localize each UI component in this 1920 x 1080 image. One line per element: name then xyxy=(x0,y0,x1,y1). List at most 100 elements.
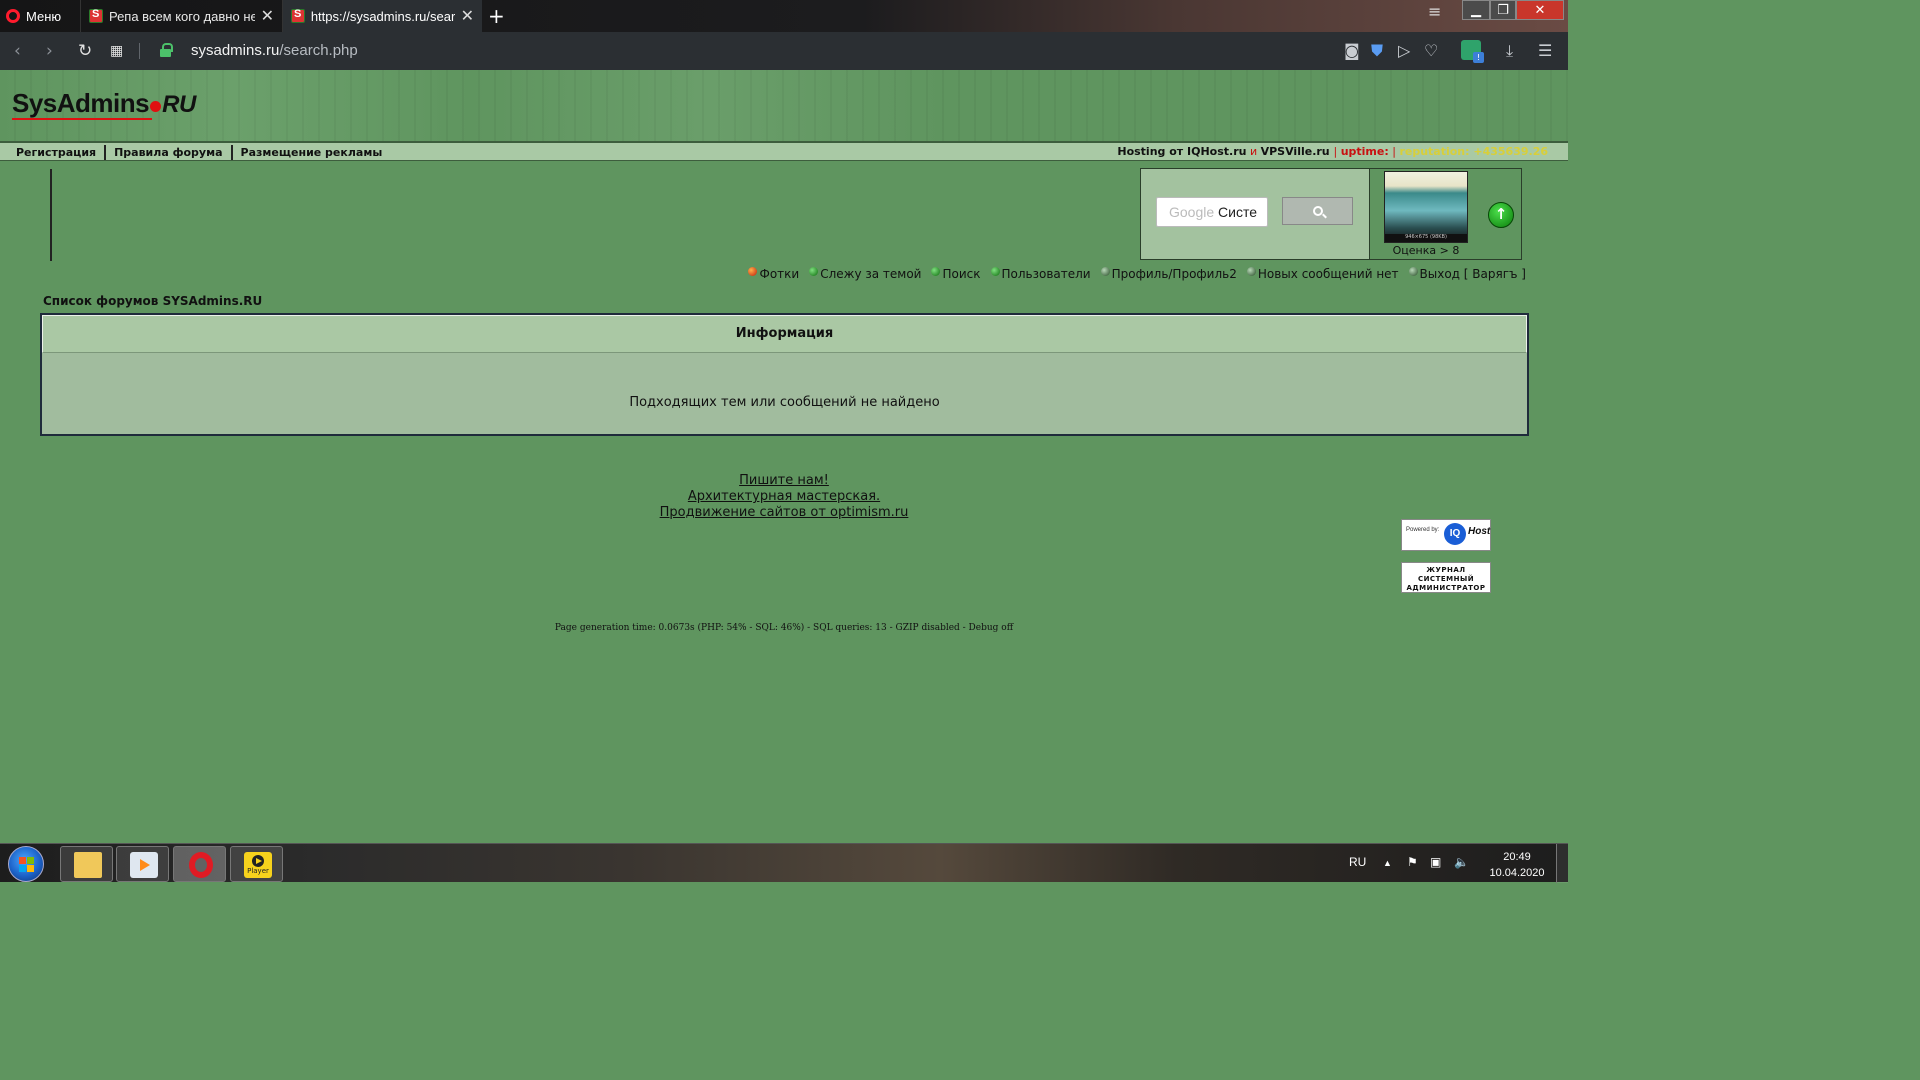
tab-forum-thread[interactable]: Репа всем кого давно не спал ✕ xyxy=(80,0,282,32)
host-text: Host xyxy=(1468,526,1491,537)
close-tab-icon[interactable]: ✕ xyxy=(461,6,474,26)
menu-label: Фотки xyxy=(759,267,800,281)
page-generation-info: Page generation time: 0.0673s (PHP: 54% … xyxy=(554,623,1014,633)
green-bullet-icon xyxy=(931,266,941,276)
nav-links: Регистрация Правила форума Размещение ре… xyxy=(8,145,390,160)
heart-icon[interactable]: ♡ xyxy=(1424,41,1438,60)
maximize-button[interactable]: ❐ xyxy=(1490,0,1516,20)
network-icon[interactable]: ▣ xyxy=(1430,855,1441,869)
logo-main: SysAdmins xyxy=(12,88,150,118)
iqhost-link[interactable]: IQHost.ru xyxy=(1187,145,1246,158)
extension-badge-icon: ! xyxy=(1473,52,1484,63)
footer-link-contact[interactable]: Пишите нам! xyxy=(0,473,1568,489)
menu-label: Слежу за темой xyxy=(820,267,922,281)
close-window-button[interactable]: ✕ xyxy=(1516,0,1564,20)
forum-list-link[interactable]: Список форумов SYSAdmins.RU xyxy=(43,294,262,308)
journal-line-2: СИСТЕМНЫЙ xyxy=(1417,575,1475,583)
menu-profile[interactable]: Профиль/Профиль2 xyxy=(1100,266,1237,281)
photo-thumbnail[interactable]: 946×675 (98KB) xyxy=(1384,171,1468,243)
separator: | xyxy=(1333,145,1341,158)
separator: | xyxy=(1388,145,1400,158)
opera-menu-button[interactable]: Меню xyxy=(6,5,61,27)
vpn-shield-icon[interactable]: ⛊ xyxy=(1371,41,1383,61)
nav-link-forum-rules[interactable]: Правила форума xyxy=(106,145,233,160)
speed-dial-icon[interactable]: ▦ xyxy=(110,43,123,59)
send-icon[interactable]: ▷ xyxy=(1398,41,1410,60)
opera-icon xyxy=(189,852,213,878)
menu-watched-topics[interactable]: Слежу за темой xyxy=(809,266,922,281)
media-player-icon xyxy=(130,852,158,878)
taskbar-explorer[interactable] xyxy=(60,846,113,882)
secure-lock-icon[interactable] xyxy=(160,43,173,57)
dark-bullet-icon xyxy=(1408,266,1418,276)
sysadmins-favicon-icon xyxy=(89,8,103,23)
user-menu: Фотки Слежу за темой Поиск Пользователи … xyxy=(748,266,1526,281)
site-banner: SysAdmins RU xyxy=(0,70,1568,141)
menu-label: Новых сообщений нет xyxy=(1257,267,1399,281)
scroll-up-arrow-icon[interactable]: ↑ xyxy=(1488,202,1514,228)
tab-title: https://sysadmins.ru/search.php xyxy=(310,8,455,24)
new-tab-button[interactable]: + xyxy=(488,4,505,28)
menu-users[interactable]: Пользователи xyxy=(990,266,1091,281)
menu-search[interactable]: Поиск xyxy=(931,266,981,281)
vpsville-link[interactable]: VPSVille.ru xyxy=(1261,145,1330,158)
site-logo[interactable]: SysAdmins RU xyxy=(12,88,196,119)
minimize-button[interactable]: ▁ xyxy=(1462,0,1490,20)
language-indicator[interactable]: RU xyxy=(1349,855,1366,869)
journal-line-3: АДМИНИСТРАТОР xyxy=(1406,584,1486,592)
iq-logo-icon: IQ xyxy=(1444,523,1466,545)
menu-label: Меню xyxy=(26,8,62,24)
toolbar-divider xyxy=(139,43,140,59)
info-panel: Информация Подходящих тем или сообщений … xyxy=(40,313,1529,436)
menu-photos[interactable]: Фотки xyxy=(748,266,800,281)
url-field[interactable]: sysadmins.ru/search.php xyxy=(191,42,358,59)
logo-suffix: RU xyxy=(162,91,196,118)
taskbar-opera[interactable] xyxy=(173,846,226,882)
menu-label: Выход [ Варягъ ] xyxy=(1419,267,1526,281)
thumbnail-caption: 946×675 (98KB) xyxy=(1385,234,1467,242)
reload-icon[interactable]: ↻ xyxy=(78,41,92,61)
clock-date: 10.04.2020 xyxy=(1489,867,1545,879)
start-button[interactable] xyxy=(8,846,44,882)
tab-search-page[interactable]: https://sysadmins.ru/search.php ✕ xyxy=(282,0,482,32)
green-bullet-icon xyxy=(809,266,819,276)
tab-menu-icon[interactable]: ≡ xyxy=(1428,2,1441,21)
menu-logout[interactable]: Выход [ Варягъ ] xyxy=(1408,266,1526,281)
forward-arrow-icon[interactable]: › xyxy=(46,41,53,61)
taskbar-media-player[interactable] xyxy=(116,846,169,882)
search-input-text: Систе xyxy=(1218,204,1258,220)
footer-link-promotion[interactable]: Продвижение сайтов от optimism.ru xyxy=(0,505,1568,521)
sysadmin-journal-badge[interactable]: ЖУРНАЛ СИСТЕМНЫЙ АДМИНИСТРАТОР xyxy=(1401,562,1491,593)
volume-icon[interactable]: 🔈 xyxy=(1454,855,1469,869)
rating-label: Оценка > 8 xyxy=(1392,244,1460,257)
iqhost-badge[interactable]: Powered by: IQ Host xyxy=(1401,519,1491,551)
footer-links: Пишите нам! Архитектурная мастерская. Пр… xyxy=(0,473,1568,521)
google-search-box: Google Систе xyxy=(1140,168,1370,260)
download-icon[interactable]: ⤓ xyxy=(1506,41,1513,61)
vertical-divider xyxy=(50,169,52,261)
tab-title: Репа всем кого давно не спал xyxy=(108,8,255,24)
nav-link-registration[interactable]: Регистрация xyxy=(8,145,107,160)
show-desktop-button[interactable] xyxy=(1556,844,1568,883)
windows-taskbar: Player RU ▲ ⚑ ▣ 🔈 20:49 10.04.2020 xyxy=(0,843,1568,883)
extension-icon[interactable]: ! xyxy=(1461,40,1484,63)
close-tab-icon[interactable]: ✕ xyxy=(261,6,274,26)
google-search-button[interactable] xyxy=(1282,197,1353,225)
show-hidden-icons-icon[interactable]: ▲ xyxy=(1383,858,1392,868)
camera-icon[interactable]: ◙ xyxy=(1344,41,1360,60)
footer-link-architecture[interactable]: Архитектурная мастерская. xyxy=(0,489,1568,505)
info-message: Подходящих тем или сообщений не найдено xyxy=(629,395,940,410)
system-clock[interactable]: 20:49 10.04.2020 xyxy=(1486,849,1548,881)
powered-by-text: Powered by: xyxy=(1406,527,1440,533)
player-label: Player xyxy=(247,867,269,875)
nav-link-advertising[interactable]: Размещение рекламы xyxy=(233,145,391,160)
google-search-input[interactable]: Google Систе xyxy=(1156,197,1268,227)
action-center-flag-icon[interactable]: ⚑ xyxy=(1407,855,1418,869)
google-watermark: Google xyxy=(1169,204,1219,220)
menu-new-messages[interactable]: Новых сообщений нет xyxy=(1246,266,1399,281)
reputation-value: reputation: +435639.26 xyxy=(1399,145,1548,158)
easy-setup-icon[interactable]: ☰ xyxy=(1538,41,1552,60)
taskbar-player[interactable]: Player xyxy=(230,846,283,882)
search-icon xyxy=(1312,206,1323,216)
back-arrow-icon[interactable]: ‹ xyxy=(14,41,21,61)
